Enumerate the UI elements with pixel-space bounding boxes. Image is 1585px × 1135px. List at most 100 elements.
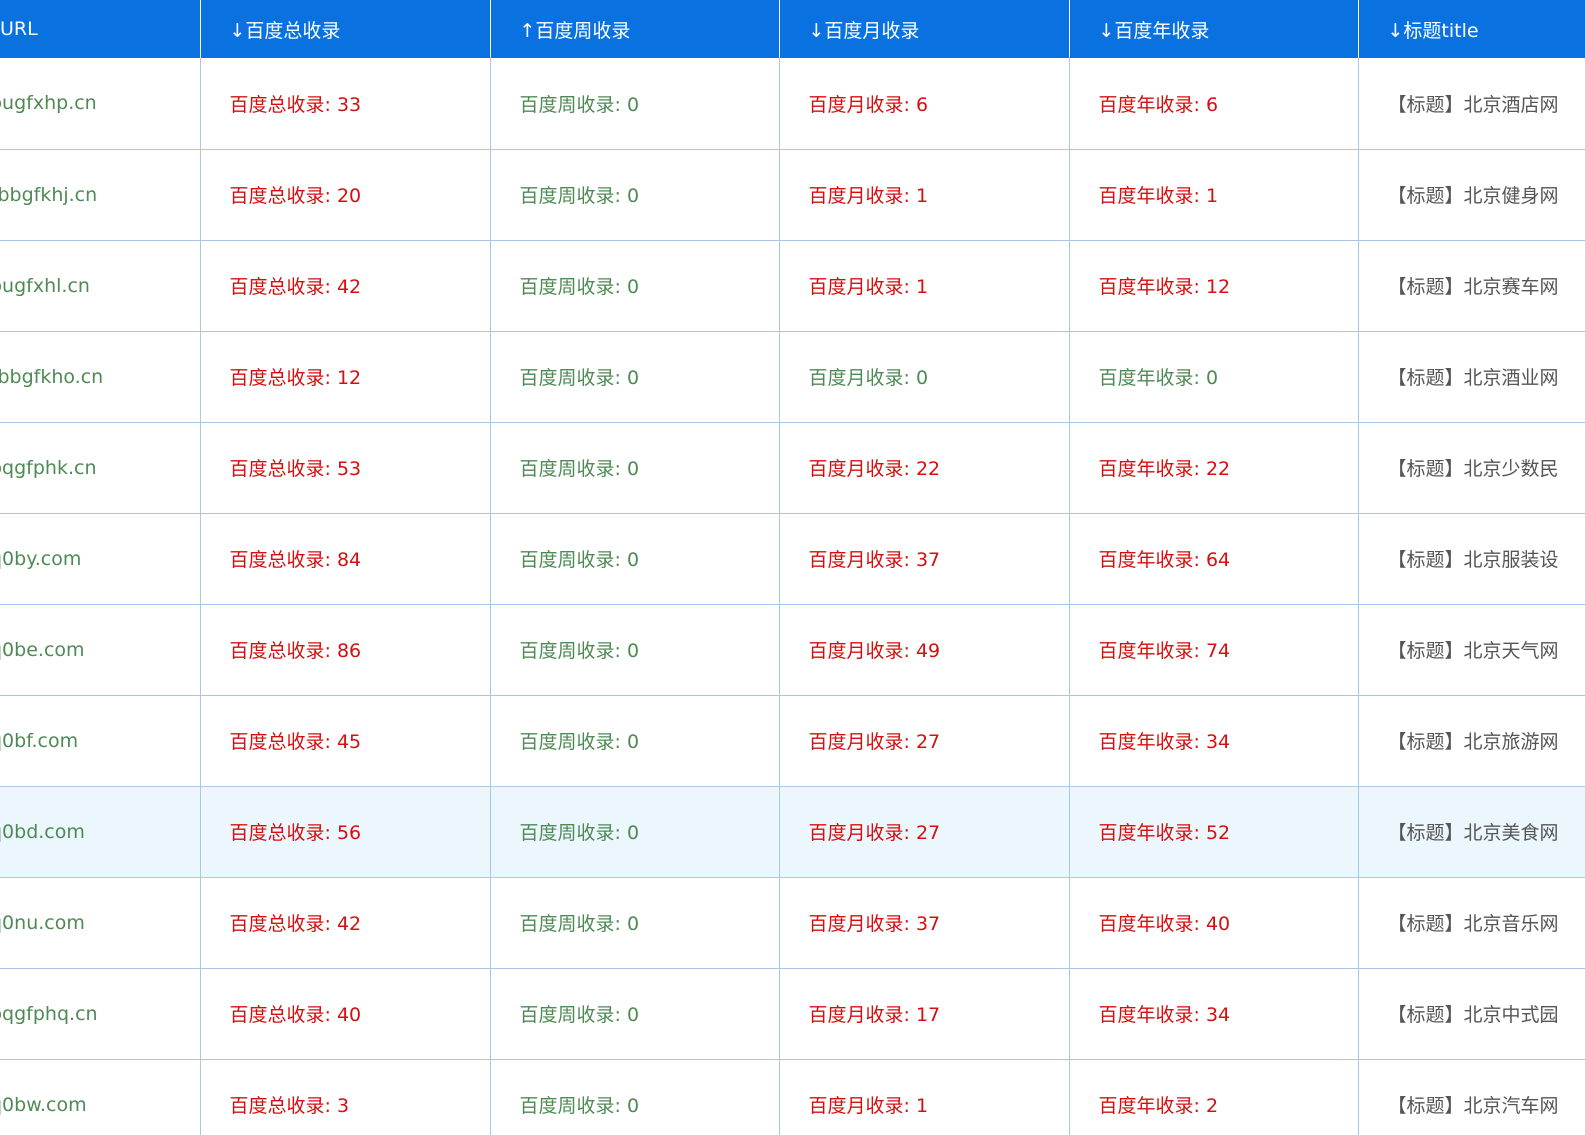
table-row[interactable]: tbbgfkhj.cn 百度总收录: 20 百度周收录: 0 百度月收录: 1 百度年收… xyxy=(0,149,1585,241)
title-cell: 【标题】北京音乐网 xyxy=(1358,877,1585,969)
title-cell: 【标题】北京酒业网 xyxy=(1358,331,1585,423)
baidu-total-cell: 百度总收录: 84 xyxy=(200,513,491,605)
baidu-year-cell: 百度年收录: 0 xyxy=(1069,331,1359,423)
table-row[interactable]: bugfxhl.cn百度总收录: 42百度周收录: 0百度月收录: 1百度年收录… xyxy=(0,240,1585,332)
table-row[interactable]: q0be.com百度总收录: 86百度周收录: 0百度月收录: 49百度年收录:… xyxy=(0,604,1585,696)
baidu-total-cell: 百度总收录: 56 xyxy=(200,786,491,878)
table-row[interactable]: q0nu.com百度总收录: 42百度周收录: 0百度月收录: 37百度年收录:… xyxy=(0,877,1585,969)
table-row[interactable]: bugfxhp.cn 百度总收录: 33 百度周收录: 0 百度月收录: 6 百度年收录… xyxy=(0,58,1585,150)
url-link[interactable]: q0bw.com xyxy=(0,1094,199,1116)
baidu-week-cell: 百度周收录: 0 xyxy=(490,1059,780,1135)
header-baidu-week[interactable]: ↑百度周收录 xyxy=(490,0,780,58)
url-cell: q0by.com xyxy=(0,513,201,605)
header-baidu-year[interactable]: ↓百度年收录 xyxy=(1069,0,1359,58)
url-cell: bqgfphk.cn xyxy=(0,422,201,514)
title-cell: 【标题】北京美食网 xyxy=(1358,786,1585,878)
title-cell: 【标题】北京酒店网 xyxy=(1358,58,1585,150)
header-title[interactable]: ↓标题title xyxy=(1358,0,1585,58)
baidu-total-cell: 百度总收录: 20 xyxy=(200,149,491,241)
baidu-year-cell: 百度年收录: 22 xyxy=(1069,422,1359,514)
baidu-month-cell: 百度月收录: 1 xyxy=(779,149,1070,241)
baidu-week-cell: 百度周收录: 0 xyxy=(490,604,780,696)
table-row[interactable]: tbbgfkho.cn 百度总收录: 12 百度周收录: 0 百度月收录: 0 百度年收… xyxy=(0,331,1585,423)
baidu-year-cell: 百度年收录: 1 xyxy=(1069,149,1359,241)
baidu-year-cell: 百度年收录: 2 xyxy=(1069,1059,1359,1135)
table-body: bugfxhp.cn 百度总收录: 33 百度周收录: 0 百度月收录: 6 百度年收录… xyxy=(0,58,1585,1135)
baidu-year-cell: 百度年收录: 40 xyxy=(1069,877,1359,969)
table-row[interactable]: q0bw.com百度总收录: 3百度周收录: 0百度月收录: 1百度年收录: 2… xyxy=(0,1059,1585,1135)
title-cell: 【标题】北京中式园 xyxy=(1358,968,1585,1060)
baidu-month-cell: 百度月收录: 17 xyxy=(779,968,1070,1060)
url-link[interactable]: q0by.com xyxy=(0,548,199,570)
url-cell: q0be.com xyxy=(0,604,201,696)
baidu-year-cell: 百度年收录: 34 xyxy=(1069,695,1359,787)
baidu-month-cell: 百度月收录: 1 xyxy=(779,1059,1070,1135)
url-cell: bqgfphq.cn xyxy=(0,968,201,1060)
baidu-week-cell: 百度周收录: 0 xyxy=(490,968,780,1060)
baidu-week-cell: 百度周收录: 0 xyxy=(490,240,780,332)
url-cell: tbbgfkhj.cn xyxy=(0,149,201,241)
header-url[interactable]: URL xyxy=(0,0,201,58)
title-cell: 【标题】北京健身网 xyxy=(1358,149,1585,241)
title-cell: 【标题】北京服装设 xyxy=(1358,513,1585,605)
url-cell: tbbgfkho.cn xyxy=(0,331,201,423)
url-link[interactable]: tbbgfkhj.cn xyxy=(0,184,199,206)
baidu-total-cell: 百度总收录: 42 xyxy=(200,877,491,969)
baidu-month-cell: 百度月收录: 0 xyxy=(779,331,1070,423)
url-cell: bugfxhp.cn xyxy=(0,58,201,150)
baidu-month-cell: 百度月收录: 6 xyxy=(779,58,1070,150)
table-row[interactable]: bqgfphq.cn 百度总收录: 40 百度周收录: 0 百度月收录: 17 百度年收… xyxy=(0,968,1585,1060)
header-baidu-total[interactable]: ↓百度总收录 xyxy=(200,0,491,58)
url-cell: bugfxhl.cn xyxy=(0,240,201,332)
url-cell: q0nu.com xyxy=(0,877,201,969)
baidu-year-cell: 百度年收录: 12 xyxy=(1069,240,1359,332)
url-link[interactable]: tbbgfkho.cn xyxy=(0,366,199,388)
title-cell: 【标题】北京少数民 xyxy=(1358,422,1585,514)
baidu-week-cell: 百度周收录: 0 xyxy=(490,58,780,150)
domain-index-table: URL ↓百度总收录 ↑百度周收录 ↓百度月收录 ↓百度年收录 ↓标题title… xyxy=(0,0,1585,1135)
url-cell: q0bw.com xyxy=(0,1059,201,1135)
title-cell: 【标题】北京赛车网 xyxy=(1358,240,1585,332)
baidu-month-cell: 百度月收录: 37 xyxy=(779,877,1070,969)
baidu-year-cell: 百度年收录: 6 xyxy=(1069,58,1359,150)
table-viewport: URL ↓百度总收录 ↑百度周收录 ↓百度月收录 ↓百度年收录 ↓标题title… xyxy=(0,0,1585,1135)
baidu-month-cell: 百度月收录: 49 xyxy=(779,604,1070,696)
url-link[interactable]: bugfxhl.cn xyxy=(0,275,199,297)
baidu-year-cell: 百度年收录: 74 xyxy=(1069,604,1359,696)
url-link[interactable]: q0bf.com xyxy=(0,730,199,752)
baidu-week-cell: 百度周收录: 0 xyxy=(490,877,780,969)
title-cell: 【标题】北京旅游网 xyxy=(1358,695,1585,787)
table-row[interactable]: bqgfphk.cn 百度总收录: 53 百度周收录: 0 百度月收录: 22 百度年收… xyxy=(0,422,1585,514)
table-row[interactable]: q0bf.com百度总收录: 45百度周收录: 0百度月收录: 27百度年收录:… xyxy=(0,695,1585,787)
url-link[interactable]: q0bd.com xyxy=(0,821,199,843)
baidu-total-cell: 百度总收录: 42 xyxy=(200,240,491,332)
baidu-week-cell: 百度周收录: 0 xyxy=(490,695,780,787)
url-cell: q0bf.com xyxy=(0,695,201,787)
baidu-month-cell: 百度月收录: 27 xyxy=(779,786,1070,878)
baidu-year-cell: 百度年收录: 64 xyxy=(1069,513,1359,605)
url-link[interactable]: bugfxhp.cn xyxy=(0,92,199,114)
baidu-month-cell: 百度月收录: 37 xyxy=(779,513,1070,605)
baidu-total-cell: 百度总收录: 86 xyxy=(200,604,491,696)
baidu-week-cell: 百度周收录: 0 xyxy=(490,149,780,241)
baidu-total-cell: 百度总收录: 3 xyxy=(200,1059,491,1135)
baidu-week-cell: 百度周收录: 0 xyxy=(490,422,780,514)
table-row[interactable]: q0by.com百度总收录: 84百度周收录: 0百度月收录: 37百度年收录:… xyxy=(0,513,1585,605)
url-link[interactable]: bqgfphk.cn xyxy=(0,457,199,479)
baidu-year-cell: 百度年收录: 52 xyxy=(1069,786,1359,878)
url-link[interactable]: q0be.com xyxy=(0,639,199,661)
baidu-month-cell: 百度月收录: 27 xyxy=(779,695,1070,787)
baidu-total-cell: 百度总收录: 33 xyxy=(200,58,491,150)
baidu-total-cell: 百度总收录: 40 xyxy=(200,968,491,1060)
url-cell: q0bd.com xyxy=(0,786,201,878)
header-baidu-month[interactable]: ↓百度月收录 xyxy=(779,0,1070,58)
baidu-week-cell: 百度周收录: 0 xyxy=(490,786,780,878)
baidu-total-cell: 百度总收录: 53 xyxy=(200,422,491,514)
baidu-year-cell: 百度年收录: 34 xyxy=(1069,968,1359,1060)
url-link[interactable]: bqgfphq.cn xyxy=(0,1003,199,1025)
table-row[interactable]: q0bd.com百度总收录: 56百度周收录: 0百度月收录: 27百度年收录:… xyxy=(0,786,1585,878)
url-link[interactable]: q0nu.com xyxy=(0,912,199,934)
title-cell: 【标题】北京汽车网 xyxy=(1358,1059,1585,1135)
baidu-month-cell: 百度月收录: 22 xyxy=(779,422,1070,514)
table-header-row: URL ↓百度总收录 ↑百度周收录 ↓百度月收录 ↓百度年收录 ↓标题title xyxy=(0,0,1585,58)
